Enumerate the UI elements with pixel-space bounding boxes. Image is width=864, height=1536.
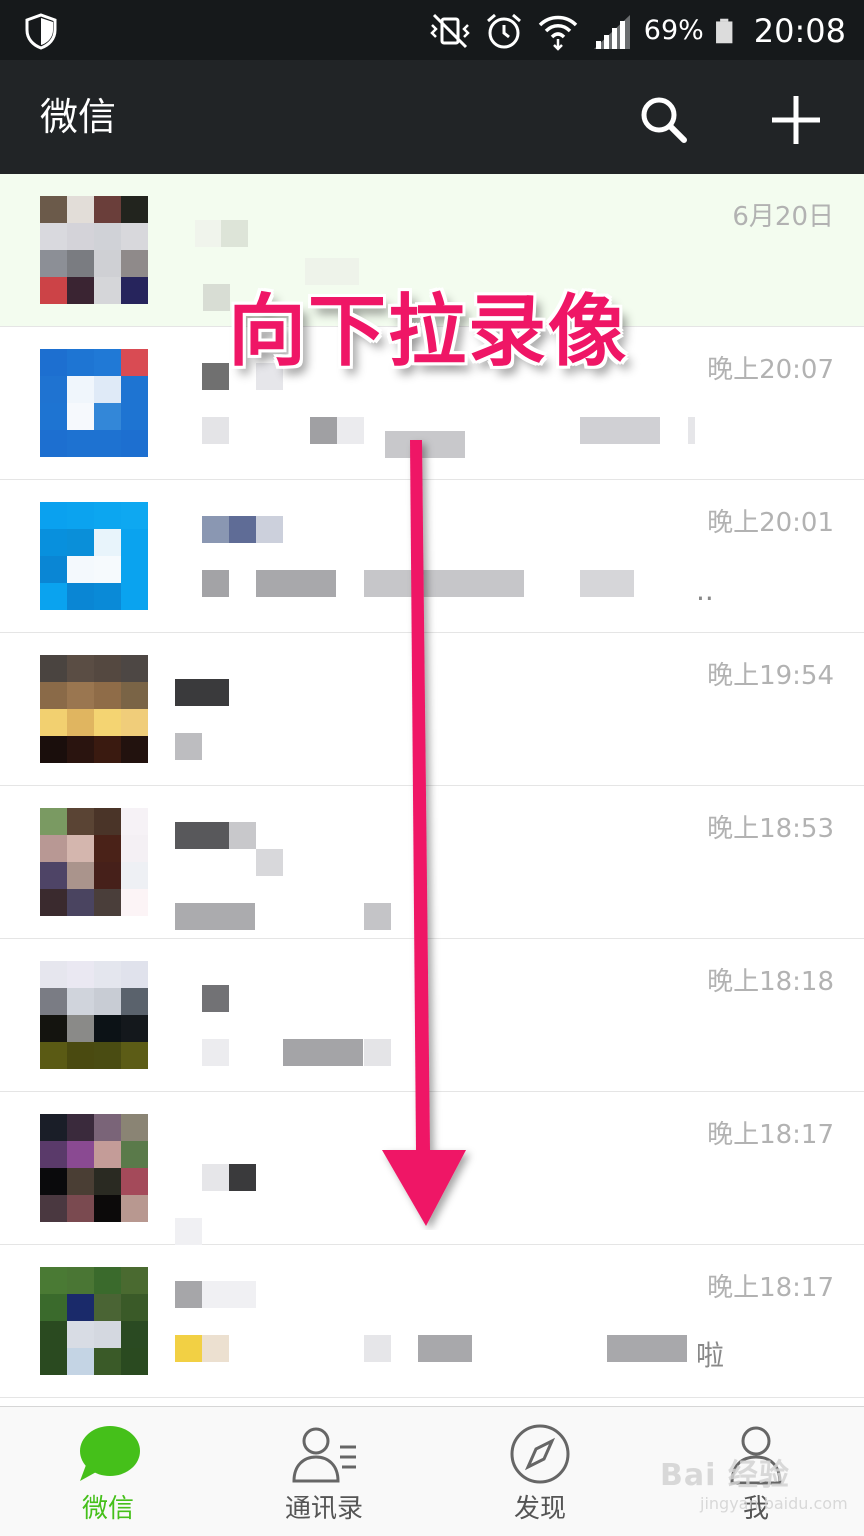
chat-row[interactable]: 晚上18:17 啦 (0, 1245, 864, 1398)
avatar (40, 502, 148, 610)
tab-label: 微信 (81, 1494, 134, 1524)
app-header: 微信 (0, 60, 864, 174)
chat-time: 晚上18:17 (707, 1273, 834, 1303)
avatar (40, 655, 148, 763)
watermark-url: jingyan.baidu.com (700, 1494, 848, 1513)
add-icon[interactable] (768, 92, 824, 148)
tab-label: 通讯录 (284, 1494, 363, 1524)
chat-time: 晚上18:53 (707, 814, 834, 844)
signal-icon (593, 15, 630, 49)
search-icon[interactable] (636, 92, 692, 148)
avatar (40, 196, 148, 304)
battery-icon (715, 18, 733, 44)
alarm-clock-icon (486, 13, 521, 49)
wifi-icon (538, 15, 578, 51)
name-preview-redacted (175, 1263, 695, 1381)
down-arrow-annotation (382, 440, 466, 1226)
message-preview-tail: .. (696, 574, 714, 607)
avatar (40, 808, 148, 916)
chat-time: 晚上18:18 (707, 967, 834, 997)
chat-time: 晚上20:07 (707, 355, 834, 385)
battery-percent: 69% (643, 15, 704, 46)
annotation-text: 向下拉录像 (228, 287, 629, 377)
chat-time: 晚上18:17 (707, 1120, 834, 1150)
chat-time: 晚上20:01 (707, 508, 834, 538)
avatar (40, 1114, 148, 1222)
chat-time: 6月20日 (732, 202, 834, 232)
page-title: 微信 (40, 95, 117, 139)
message-preview-tail: 啦 (696, 1339, 725, 1372)
watermark-logo: Bai 经验 (660, 1458, 790, 1493)
avatar (40, 349, 148, 457)
avatar (40, 961, 148, 1069)
tab-contacts[interactable]: 通讯录 (216, 1407, 432, 1536)
tab-label: 发现 (513, 1494, 566, 1524)
tab-discover[interactable]: 发现 (432, 1407, 648, 1536)
compass-icon (510, 1424, 570, 1484)
status-bar: 69% 20:08 (0, 0, 864, 60)
clock-time: 20:08 (753, 12, 846, 50)
shield-icon (25, 13, 57, 50)
chat-time: 晚上19:54 (707, 661, 834, 691)
tab-chats[interactable]: 微信 (0, 1407, 216, 1536)
avatar (40, 1267, 148, 1375)
contacts-icon (292, 1427, 356, 1483)
vibrate-mute-icon (429, 13, 470, 49)
chat-bubble-icon (80, 1426, 140, 1481)
